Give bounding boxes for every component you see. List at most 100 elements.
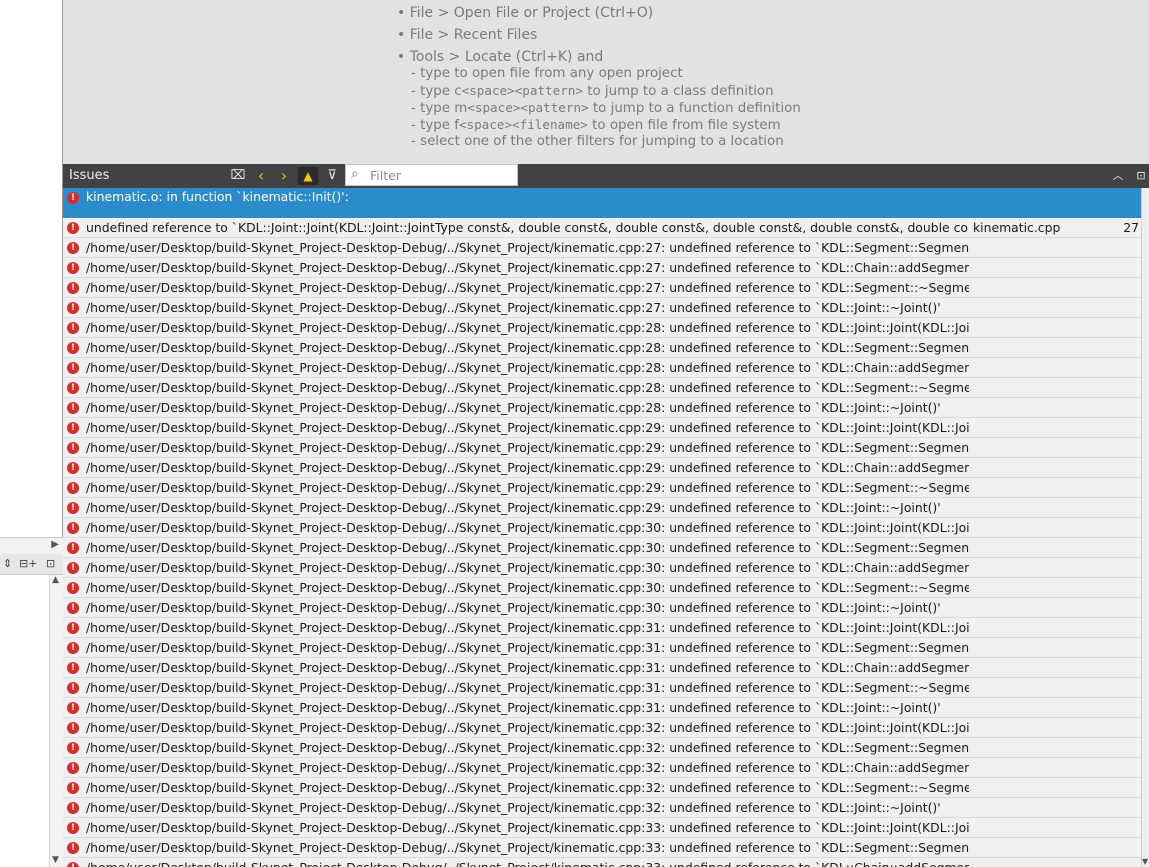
error-icon: ! xyxy=(67,822,79,834)
vertical-scrollbar[interactable]: ▲ ▼ xyxy=(49,575,63,867)
issue-row[interactable]: ! /home/user/Desktop/build-Skynet_Project… xyxy=(63,478,1141,498)
close-panel-icon[interactable]: ⊡ xyxy=(1133,167,1149,185)
issue-message: /home/user/Desktop/build-Skynet_Project-… xyxy=(86,680,969,695)
issue-message: /home/user/Desktop/build-Skynet_Project-… xyxy=(86,820,969,835)
issue-row[interactable]: ! /home/user/Desktop/build-Skynet_Project… xyxy=(63,318,1141,338)
error-icon: ! xyxy=(67,242,79,254)
sidebar-toolbar: ⇕ ⊟+ ⊡ xyxy=(0,554,63,575)
issue-row[interactable]: ! /home/user/Desktop/build-Skynet_Project… xyxy=(63,738,1141,758)
issue-row[interactable]: ! /home/user/Desktop/build-Skynet_Project… xyxy=(63,298,1141,318)
issue-message: /home/user/Desktop/build-Skynet_Project-… xyxy=(86,640,969,655)
error-icon: ! xyxy=(67,782,79,794)
panel-title: Issues xyxy=(69,168,110,183)
chevron-left-icon[interactable]: ‹ xyxy=(251,167,271,185)
issue-row[interactable]: ! /home/user/Desktop/build-Skynet_Project… xyxy=(63,418,1141,438)
issue-row[interactable]: ! /home/user/Desktop/build-Skynet_Project… xyxy=(63,858,1141,867)
issue-row[interactable]: ! /home/user/Desktop/build-Skynet_Project… xyxy=(63,498,1141,518)
chevron-right-icon[interactable]: ▶ xyxy=(51,538,59,552)
issue-message: undefined reference to `KDL::Joint::Join… xyxy=(86,220,969,235)
issue-message: /home/user/Desktop/build-Skynet_Project-… xyxy=(86,420,969,435)
sort-icon[interactable]: ⇕ xyxy=(3,556,12,572)
issue-row[interactable]: ! /home/user/Desktop/build-Skynet_Project… xyxy=(63,398,1141,418)
issue-row[interactable]: ! /home/user/Desktop/build-Skynet_Project… xyxy=(63,758,1141,778)
filter-field[interactable]: ⌕ xyxy=(345,164,518,186)
left-sidebar: ▶ ⇕ ⊟+ ⊡ ▲ ▼ xyxy=(0,0,63,867)
error-icon: ! xyxy=(67,682,79,694)
issue-row[interactable]: ! /home/user/Desktop/build-Skynet_Project… xyxy=(63,578,1141,598)
issue-row[interactable]: ! /home/user/Desktop/build-Skynet_Project… xyxy=(63,838,1141,858)
chevron-down-icon[interactable]: ▼ xyxy=(1142,857,1148,866)
issue-message: /home/user/Desktop/build-Skynet_Project-… xyxy=(86,660,969,675)
issue-message: /home/user/Desktop/build-Skynet_Project-… xyxy=(86,340,969,355)
issue-message: /home/user/Desktop/build-Skynet_Project-… xyxy=(86,320,969,335)
issue-row[interactable]: ! /home/user/Desktop/build-Skynet_Project… xyxy=(63,598,1141,618)
error-icon: ! xyxy=(67,742,79,754)
issue-message: /home/user/Desktop/build-Skynet_Project-… xyxy=(86,740,969,755)
issue-row[interactable]: ! /home/user/Desktop/build-Skynet_Project… xyxy=(63,518,1141,538)
issue-row[interactable]: ! /home/user/Desktop/build-Skynet_Project… xyxy=(63,778,1141,798)
error-icon: ! xyxy=(67,262,79,274)
error-icon: ! xyxy=(67,862,79,867)
error-icon: ! xyxy=(67,722,79,734)
issue-message: /home/user/Desktop/build-Skynet_Project-… xyxy=(86,400,941,415)
error-icon: ! xyxy=(67,562,79,574)
tip-open-file: • File > Open File or Project (Ctrl+O) xyxy=(397,5,654,21)
issue-row[interactable]: ! /home/user/Desktop/build-Skynet_Project… xyxy=(63,338,1141,358)
chevron-down-icon[interactable]: ▼ xyxy=(52,855,59,865)
issue-message: /home/user/Desktop/build-Skynet_Project-… xyxy=(86,500,941,515)
close-panel-icon[interactable]: ⊡ xyxy=(46,556,55,572)
error-icon: ! xyxy=(67,482,79,494)
issue-message: /home/user/Desktop/build-Skynet_Project-… xyxy=(86,560,969,575)
error-icon: ! xyxy=(67,702,79,714)
issue-row[interactable]: ! /home/user/Desktop/build-Skynet_Project… xyxy=(63,438,1141,458)
issue-row[interactable]: ! /home/user/Desktop/build-Skynet_Project… xyxy=(63,798,1141,818)
error-icon: ! xyxy=(67,442,79,454)
error-icon: ! xyxy=(67,322,79,334)
horizontal-scrollbar[interactable]: ▶ xyxy=(0,537,63,555)
issue-row[interactable]: ! /home/user/Desktop/build-Skynet_Project… xyxy=(63,678,1141,698)
filter-input[interactable] xyxy=(370,166,515,184)
split-icon[interactable]: ⊟+ xyxy=(19,556,37,572)
chevron-up-icon[interactable]: ▲ xyxy=(52,575,59,585)
filter-icon[interactable]: ⊽ xyxy=(322,167,342,185)
issue-message: /home/user/Desktop/build-Skynet_Project-… xyxy=(86,480,969,495)
issue-row[interactable]: ! /home/user/Desktop/build-Skynet_Project… xyxy=(63,378,1141,398)
issue-message: /home/user/Desktop/build-Skynet_Project-… xyxy=(86,580,969,595)
issue-message: /home/user/Desktop/build-Skynet_Project-… xyxy=(86,720,969,735)
error-icon: ! xyxy=(67,642,79,654)
error-icon: ! xyxy=(67,382,79,394)
issue-row[interactable]: ! undefined reference to `KDL::Joint::Jo… xyxy=(63,218,1141,238)
issue-row[interactable]: ! /home/user/Desktop/build-Skynet_Project… xyxy=(63,538,1141,558)
issue-row[interactable]: ! /home/user/Desktop/build-Skynet_Project… xyxy=(63,698,1141,718)
issue-row[interactable]: ! /home/user/Desktop/build-Skynet_Project… xyxy=(63,358,1141,378)
issue-message: /home/user/Desktop/build-Skynet_Project-… xyxy=(86,780,969,795)
error-icon: ! xyxy=(67,192,79,204)
issues-vertical-scrollbar[interactable]: ▼ xyxy=(1141,188,1149,867)
chevron-right-icon[interactable]: › xyxy=(274,167,294,185)
issue-row[interactable]: ! /home/user/Desktop/build-Skynet_Project… xyxy=(63,638,1141,658)
issue-message: /home/user/Desktop/build-Skynet_Project-… xyxy=(86,360,969,375)
issue-message: /home/user/Desktop/build-Skynet_Project-… xyxy=(86,840,969,855)
broom-icon[interactable]: ⌧ xyxy=(228,167,248,185)
issue-row[interactable]: ! /home/user/Desktop/build-Skynet_Project… xyxy=(63,278,1141,298)
issues-list: ! kinematic.o: in function `kinematic::I… xyxy=(63,188,1141,867)
search-icon: ⌕ xyxy=(351,166,359,182)
issue-message: /home/user/Desktop/build-Skynet_Project-… xyxy=(86,440,969,455)
issue-row[interactable]: ! /home/user/Desktop/build-Skynet_Project… xyxy=(63,718,1141,738)
welcome-tips-area: • File > Open File or Project (Ctrl+O) •… xyxy=(63,0,1149,164)
warning-icon[interactable]: ▲ xyxy=(298,167,318,185)
issue-row-selected[interactable]: ! kinematic.o: in function `kinematic::I… xyxy=(63,188,1141,218)
error-icon: ! xyxy=(67,342,79,354)
error-icon: ! xyxy=(67,422,79,434)
issue-row[interactable]: ! /home/user/Desktop/build-Skynet_Project… xyxy=(63,818,1141,838)
issue-message: /home/user/Desktop/build-Skynet_Project-… xyxy=(86,460,969,475)
issue-row[interactable]: ! /home/user/Desktop/build-Skynet_Project… xyxy=(63,658,1141,678)
chevron-up-icon[interactable]: ︿ xyxy=(1109,167,1127,185)
issue-row[interactable]: ! /home/user/Desktop/build-Skynet_Project… xyxy=(63,238,1141,258)
issue-row[interactable]: ! /home/user/Desktop/build-Skynet_Project… xyxy=(63,458,1141,478)
error-icon: ! xyxy=(67,662,79,674)
error-icon: ! xyxy=(67,542,79,554)
issue-row[interactable]: ! /home/user/Desktop/build-Skynet_Project… xyxy=(63,258,1141,278)
issue-row[interactable]: ! /home/user/Desktop/build-Skynet_Project… xyxy=(63,618,1141,638)
issue-row[interactable]: ! /home/user/Desktop/build-Skynet_Project… xyxy=(63,558,1141,578)
